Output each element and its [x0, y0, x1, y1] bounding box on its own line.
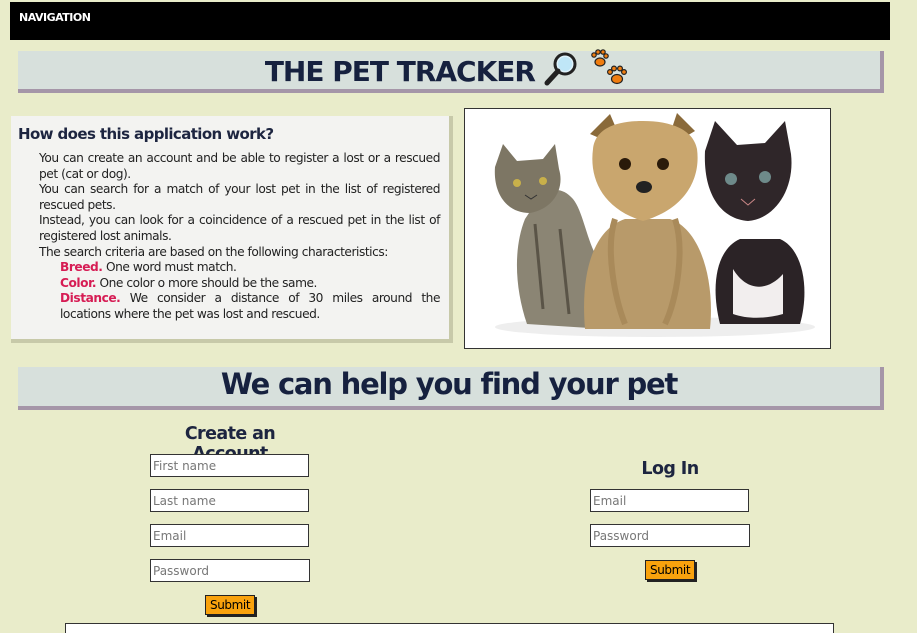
- info-paragraph: You can search for a match of your lost …: [39, 182, 440, 212]
- create-account-submit-button[interactable]: Submit: [205, 595, 256, 615]
- criteria-item-color: Color. One color o more should be the sa…: [60, 276, 440, 292]
- info-paragraph: You can create an account and be able to…: [39, 151, 440, 181]
- criteria-label: Breed.: [60, 260, 103, 275]
- pets-photo: [464, 108, 831, 349]
- login-password-field[interactable]: [590, 524, 750, 547]
- help-title: We can help you find your pet: [220, 367, 679, 401]
- page-title: THE PET TRACKER: [264, 54, 536, 88]
- login-submit-button[interactable]: Submit: [645, 560, 696, 580]
- criteria-text: One color o more should be the same.: [99, 275, 318, 290]
- login-email-field[interactable]: [590, 489, 749, 512]
- first-name-field[interactable]: [150, 454, 309, 477]
- bottom-section-edge: [65, 623, 834, 633]
- signup-email-field[interactable]: [150, 524, 309, 547]
- criteria-label: Color.: [60, 275, 97, 290]
- paw-prints-icon: [589, 49, 633, 93]
- criteria-list: Breed. One word must match. Color. One c…: [39, 260, 440, 322]
- how-it-works-panel: How does this application work? You can …: [11, 116, 453, 343]
- criteria-label: Distance.: [60, 291, 121, 306]
- signup-password-field[interactable]: [150, 559, 310, 582]
- criteria-text: One word must match.: [105, 260, 237, 275]
- criteria-item-distance: Distance. We consider a distance of 30 m…: [60, 291, 440, 322]
- magnifier-icon: [540, 49, 584, 93]
- how-it-works-heading: How does this application work?: [18, 125, 274, 143]
- help-banner: We can help you find your pet: [18, 367, 884, 410]
- navigation-bar[interactable]: NAVIGATION: [10, 2, 890, 40]
- info-paragraph: The search criteria are based on the fol…: [39, 244, 388, 259]
- last-name-field[interactable]: [150, 489, 309, 512]
- login-title: Log In: [641, 459, 699, 479]
- info-paragraph: Instead, you can look for a coincidence …: [39, 213, 440, 243]
- header-banner: THE PET TRACKER: [18, 49, 884, 93]
- how-it-works-body: You can create an account and be able to…: [18, 151, 440, 323]
- navigation-label[interactable]: NAVIGATION: [19, 11, 91, 24]
- criteria-item-breed: Breed. One word must match.: [60, 260, 440, 276]
